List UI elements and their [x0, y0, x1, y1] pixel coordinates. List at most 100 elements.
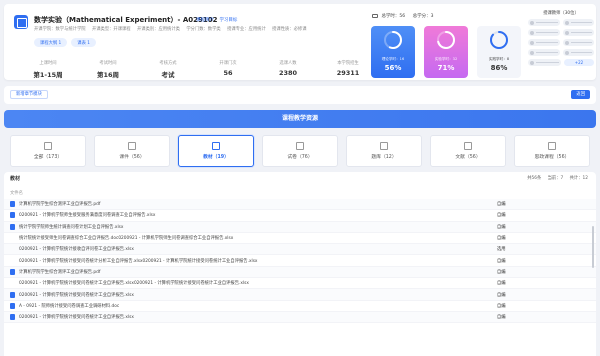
meta-nature: 授课性质：必修课: [272, 27, 307, 32]
file-name[interactable]: 0200921 - 计算机学院统计接受问卷统计工业自评报告.xlsx: [19, 292, 497, 298]
teacher-chip[interactable]: [562, 49, 594, 56]
file-source: 自编: [497, 269, 506, 275]
tab-ideology-courses[interactable]: 思政课程（56）: [514, 135, 590, 167]
teacher-name-blur: [536, 21, 558, 24]
category-tabs: 全部（173） 课件（56） 教材（19） 试卷（76） 题库（12） 文献（5…: [10, 135, 590, 167]
file-source: 自编: [497, 213, 506, 219]
more-teachers-button[interactable]: +22: [564, 59, 594, 66]
file-icon: [10, 280, 15, 286]
teacher-row: +22: [528, 59, 594, 66]
file-source: 自编: [497, 315, 506, 321]
grid-icon: [44, 142, 52, 150]
table-row[interactable]: 0200921 - 计算机学院师生接受服务满意度问卷调查工业自评报告.xlsx 自…: [4, 210, 596, 222]
stat-value: 考试: [161, 71, 175, 79]
tab-literature[interactable]: 文献（56）: [430, 135, 506, 167]
stat-label: 考试时间: [99, 61, 117, 66]
teacher-name-blur: [536, 61, 559, 64]
resource-banner: 课程教学资源: [4, 110, 596, 128]
course-header-card: 数学实验（Mathematical Experiment）- A029102 课…: [4, 4, 596, 80]
teacher-name-blur: [570, 51, 592, 54]
schedule-tag[interactable]: 课表 1: [71, 38, 96, 47]
table-row[interactable]: A - 0921 - 院师统计接受问卷调查工业调研材料.doc 自编: [4, 301, 596, 312]
ring-label: 实验学时：32: [434, 57, 458, 61]
file-name[interactable]: 0200921 - 计算机学院师生接受服务满意度问卷调查工业自评报告.xlsx: [19, 212, 497, 218]
table-row[interactable]: 0200921 - 计算机学院统计接受问卷统计工业自评报告.xlsx020092…: [4, 278, 596, 290]
teacher-chip[interactable]: [562, 19, 594, 26]
avatar: [530, 50, 534, 55]
file-name[interactable]: 0200921 - 计算机学院统计接受问卷统计工业自评报告.xlsx: [19, 314, 497, 320]
teachers-panel: 授课教师（30位） +22: [528, 10, 594, 69]
tab-all[interactable]: 全部（173）: [10, 135, 86, 167]
teacher-chip[interactable]: [528, 39, 560, 46]
ring-percent: 71%: [437, 64, 455, 72]
lab-hours-card: 实验学时：32 71%: [424, 26, 468, 78]
course-intro-link[interactable]: 课程简介: [196, 18, 214, 23]
table-row[interactable]: 计算机学院学生综合测评工业自评报告.pdf 自编: [4, 266, 596, 279]
scrollbar[interactable]: [592, 226, 594, 268]
teacher-row: [528, 19, 594, 26]
file-name[interactable]: 计算机学院学生综合测评工业自评报告.pdf: [19, 201, 497, 207]
file-icon: [10, 314, 15, 321]
file-name[interactable]: 0200921 - 计算机学院统计接受问卷统计分析工业自评报告.xlsx0200…: [19, 258, 497, 264]
teacher-chip[interactable]: [528, 19, 560, 26]
avatar: [564, 40, 569, 45]
file-source: 自编: [497, 236, 506, 242]
teacher-row: [528, 29, 594, 36]
table-row[interactable]: 0200921 - 计算机学院统计接受问卷统计工业自评报告.xlsx 自编: [4, 289, 596, 301]
back-button[interactable]: 返回: [571, 90, 590, 99]
learning-goals-link[interactable]: 学习目标: [219, 18, 237, 23]
total-hours: 总学时：56: [381, 14, 406, 19]
table-row[interactable]: 0200921 - 计算机学院统计接受问卷统计分析工业自评报告.xlsx0200…: [4, 255, 596, 267]
teacher-chip[interactable]: [528, 59, 561, 66]
progress-ring-icon: [437, 31, 455, 49]
tab-slides[interactable]: 课件（56）: [94, 135, 170, 167]
paper-icon: [296, 142, 304, 150]
teacher-chip[interactable]: [528, 29, 560, 36]
file-source: 自编: [497, 258, 506, 264]
doc-icon: [464, 142, 472, 150]
tab-label: 思政课程（56）: [534, 155, 570, 160]
table-row[interactable]: 统计学院学院师生统计调查问卷计划工业自评报告.xlsx 自编: [4, 221, 596, 233]
teacher-name-blur: [536, 41, 558, 44]
file-name[interactable]: 0200921 - 计算机学院统计接收自评问卷工业自评报告.xlsx: [19, 246, 497, 252]
teacher-name-blur: [536, 31, 558, 34]
table-row[interactable]: 计算机学院学生综合测评工业自评报告.pdf 自编: [4, 199, 596, 211]
new-chapter-button[interactable]: 新增章节模块: [10, 90, 48, 99]
avatar: [530, 30, 534, 35]
syllabus-tag[interactable]: 课程大纲 1: [34, 38, 68, 47]
stat-label: 考核方式: [159, 61, 177, 66]
teacher-chip[interactable]: [562, 29, 594, 36]
course-links: 课程简介 学习目标: [196, 17, 241, 23]
tab-label: 全部（173）: [33, 155, 63, 160]
ring-label: 实践学时：8: [488, 57, 510, 61]
file-source: 自编: [497, 281, 506, 287]
stat-value: 56: [223, 69, 233, 77]
practice-hours-card: 实践学时：8 86%: [477, 26, 521, 78]
tab-label: 教材（19）: [203, 155, 229, 160]
teacher-name-blur: [570, 41, 592, 44]
file-name[interactable]: 统计学院学院师生统计调查问卷计划工业自评报告.xlsx: [19, 224, 497, 230]
monitor-icon: [372, 13, 378, 18]
file-source: 自编: [497, 292, 506, 298]
file-icon: [10, 246, 15, 252]
file-name[interactable]: 统计院统计接受师生问卷调查综合工业自评报告.doc0200921 - 计算机学院…: [19, 235, 497, 241]
file-icon: [10, 268, 15, 275]
file-icon: [10, 223, 15, 230]
table-row[interactable]: 统计院统计接受师生问卷调查综合工业自评报告.doc0200921 - 计算机学院…: [4, 233, 596, 245]
file-name[interactable]: 0200921 - 计算机学院统计接受问卷统计工业自评报告.xlsx020092…: [19, 280, 497, 286]
teacher-name-blur: [570, 31, 592, 34]
file-name[interactable]: A - 0921 - 院师统计接受问卷调查工业调研材料.doc: [19, 303, 497, 309]
tab-question-bank[interactable]: 题库（12）: [346, 135, 422, 167]
table-row[interactable]: 0200921 - 计算机学院统计接收自评问卷工业自评报告.xlsx 选用: [4, 244, 596, 256]
file-name[interactable]: 计算机学院学生综合测评工业自评报告.pdf: [19, 269, 497, 275]
tab-textbooks[interactable]: 教材（19）: [178, 135, 254, 167]
avatar: [564, 30, 569, 35]
ring-percent: 86%: [490, 64, 508, 72]
teacher-chip[interactable]: [562, 39, 594, 46]
teacher-chip[interactable]: [528, 49, 560, 56]
total-credits: 总学分：3: [412, 14, 434, 19]
course-meta: 开课学院：数学与统计学院 开课类型：开课课程 开课类别：应用统计类 学分门数：数…: [34, 26, 312, 32]
table-rows: 计算机学院学生综合测评工业自评报告.pdf 自编 0200921 - 计算机学院师生…: [4, 199, 596, 324]
tab-exams[interactable]: 试卷（76）: [262, 135, 338, 167]
table-row[interactable]: 0200921 - 计算机学院统计接受问卷统计工业自评报告.xlsx 自编: [4, 311, 596, 324]
